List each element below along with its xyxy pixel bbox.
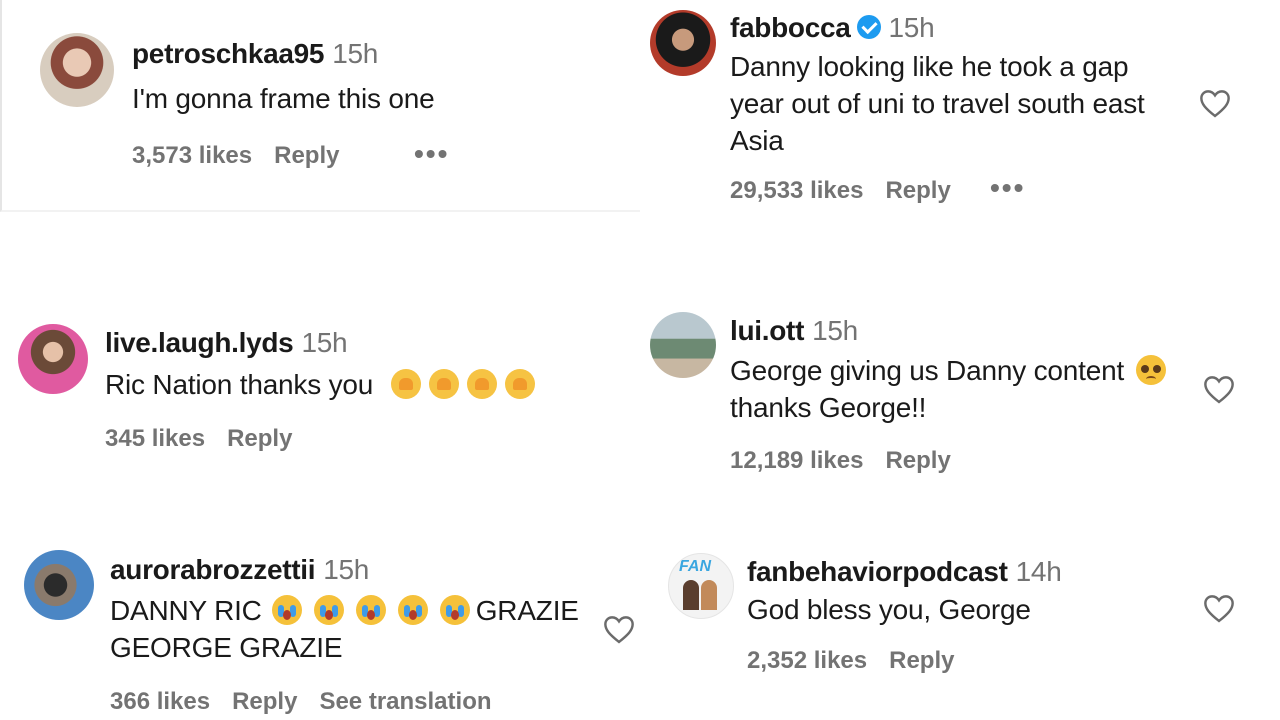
comment-text: DANNY RIC GRAZIE GEORGE GRAZIE [110, 592, 579, 666]
comment-text: George giving us Danny content thanks Ge… [730, 352, 1170, 426]
reply-button[interactable]: Reply [274, 142, 339, 169]
comment-username[interactable]: fanbehaviorpodcast 14h [747, 556, 1062, 588]
likes-count[interactable]: 29,533 likes [730, 177, 863, 204]
comment-username[interactable]: aurorabrozzettii 15h [110, 554, 369, 586]
comment-text: God bless you, George [747, 594, 1031, 625]
comment-text: I'm gonna frame this one [132, 83, 435, 114]
comment-time: 15h [332, 38, 379, 69]
see-translation-link[interactable]: See translation [319, 688, 491, 715]
likes-count[interactable]: 366 likes [110, 688, 210, 715]
comment-time: 15h [323, 554, 370, 585]
comment-time: 15h [888, 12, 935, 43]
comment-aurorabrozzettii: aurorabrozzettii 15h DANNY RIC GRAZIE GEOR… [0, 530, 660, 720]
heart-outline-icon[interactable] [602, 614, 636, 644]
more-dots-icon[interactable]: ••• [990, 172, 1025, 204]
comment-meta: 2,352 likes Reply [747, 647, 976, 675]
comment-text: Ric Nation thanks you [105, 366, 539, 403]
more-dots-icon[interactable]: ••• [414, 138, 449, 170]
comment-time: 14h [1015, 556, 1062, 587]
avatar[interactable] [650, 10, 716, 76]
crying-face-emoji [271, 595, 302, 625]
comment-meta: 12,189 likes Reply [730, 447, 973, 475]
comment-username[interactable]: petroschkaa95 15h [132, 38, 378, 70]
comment-meta: 366 likes Reply See translation [110, 688, 514, 716]
comment-text-line: thanks George!! [730, 392, 927, 423]
heart-hands-emoji [466, 369, 497, 399]
heart-hands-emoji [390, 369, 421, 399]
comment-meta: 29,533 likes Reply [730, 177, 973, 205]
avatar[interactable] [18, 324, 88, 394]
comment-fanbehaviorpodcast: FAN fanbehaviorpodcast 14h God bless you,… [660, 535, 1280, 720]
avatar[interactable] [40, 33, 114, 107]
reply-button[interactable]: Reply [889, 647, 954, 674]
heart-outline-icon[interactable] [1198, 88, 1232, 118]
comment-text-line: George giving us Danny content [730, 355, 1125, 386]
comment-text-end: GRAZIE [475, 595, 579, 626]
likes-count[interactable]: 2,352 likes [747, 647, 867, 674]
reply-button[interactable]: Reply [232, 688, 297, 715]
crying-face-emoji [397, 595, 428, 625]
heart-outline-icon[interactable] [1202, 593, 1236, 623]
comment-text: Danny looking like he took a gap year ou… [730, 48, 1145, 159]
comment-text-line: Asia [730, 125, 784, 156]
heart-outline-icon[interactable] [1202, 374, 1236, 404]
heart-hands-emoji [428, 369, 459, 399]
pleading-face-emoji [1136, 355, 1167, 385]
crying-face-emoji [355, 595, 386, 625]
likes-count[interactable]: 12,189 likes [730, 447, 863, 474]
likes-count[interactable]: 3,573 likes [132, 142, 252, 169]
verified-badge-icon [856, 15, 881, 39]
comment-text-line: Danny looking like he took a gap [730, 51, 1129, 82]
comment-lui-ott: lui.ott 15h George giving us Danny conten… [640, 300, 1280, 490]
comment-time: 15h [812, 315, 858, 346]
reply-button[interactable]: Reply [227, 425, 292, 452]
reply-button[interactable]: Reply [885, 447, 950, 474]
avatar-logo-text: FAN [679, 558, 711, 575]
likes-count[interactable]: 345 likes [105, 425, 205, 452]
crying-face-emoji [313, 595, 344, 625]
avatar[interactable] [650, 312, 716, 378]
comment-username[interactable]: live.laugh.lyds 15h [105, 327, 348, 359]
comment-live-laugh-lyds: live.laugh.lyds 15h Ric Nation thanks you… [0, 300, 640, 480]
heart-hands-emoji [504, 369, 535, 399]
reply-button[interactable]: Reply [885, 177, 950, 204]
comment-petroschkaa95: petroschkaa95 15h I'm gonna frame this on… [0, 0, 642, 212]
comment-text-start: DANNY RIC [110, 595, 262, 626]
comment-time: 15h [301, 327, 348, 358]
avatar[interactable]: FAN [668, 553, 734, 619]
comment-fabbocca: fabbocca 15h Danny looking like he took a… [640, 0, 1280, 220]
comment-meta: 3,573 likes Reply [132, 142, 361, 170]
comment-username[interactable]: fabbocca 15h [730, 12, 935, 44]
comment-text-line: year out of uni to travel south east [730, 88, 1145, 119]
avatar[interactable] [24, 550, 94, 620]
comment-text-body: Ric Nation thanks you [105, 369, 374, 400]
crying-face-emoji [439, 595, 470, 625]
comment-text-line: GEORGE GRAZIE [110, 632, 343, 663]
comment-username[interactable]: lui.ott 15h [730, 315, 858, 347]
comment-meta: 345 likes Reply [105, 425, 314, 453]
